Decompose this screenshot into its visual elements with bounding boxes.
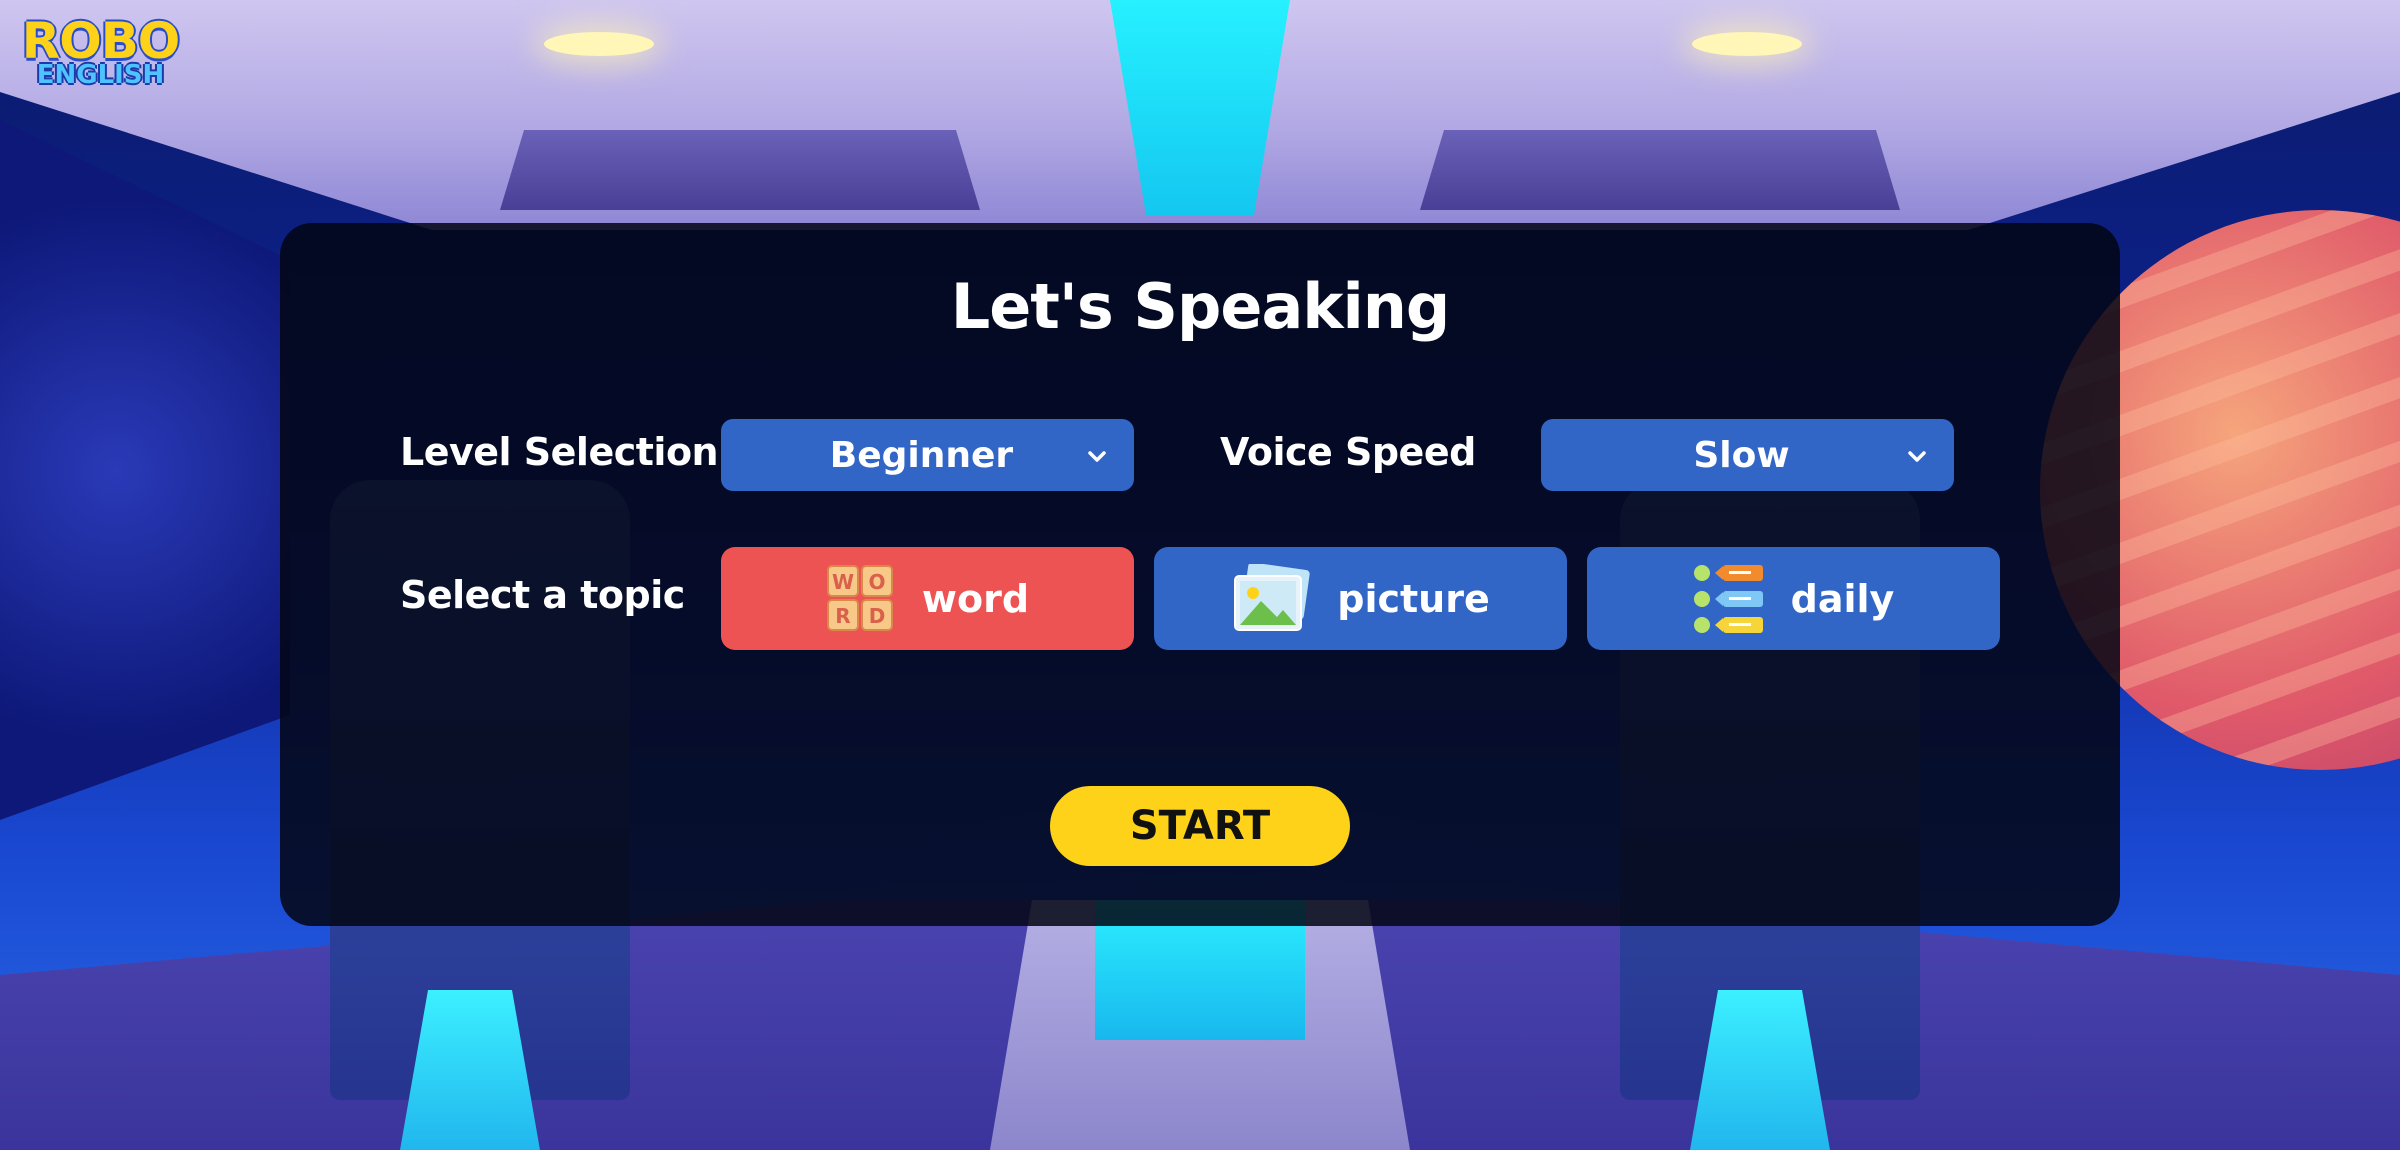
logo-line-1: ROBO — [21, 12, 181, 70]
page-title: Let's Speaking — [950, 270, 1451, 343]
word-tiles-icon: W O R D — [826, 564, 893, 631]
level-selection-label: Level Selection — [400, 430, 719, 474]
svg-text:O: O — [868, 570, 885, 594]
topic-picture-button[interactable]: picture — [1154, 547, 1567, 650]
level-select-value: Beginner — [829, 434, 1014, 476]
ceiling-lamp — [1692, 32, 1802, 56]
topic-word-button[interactable]: W O R D word — [721, 547, 1134, 650]
topic-daily-button[interactable]: daily — [1587, 547, 2000, 650]
topic-daily-label: daily — [1790, 576, 1895, 621]
chevron-down-icon — [1908, 451, 1926, 462]
picture-icon — [1234, 563, 1310, 631]
select-topic-label: Select a topic — [400, 573, 685, 617]
chevron-down-icon — [1088, 451, 1106, 462]
svg-text:D: D — [869, 604, 886, 628]
logo-line-2: ENGLISH — [36, 60, 165, 90]
robo-english-logo[interactable]: ROBO ENGLISH — [18, 16, 183, 100]
ceiling-panel — [500, 130, 980, 210]
svg-text:W: W — [832, 570, 854, 594]
ceiling-panel — [1420, 130, 1900, 210]
topic-word-label: word — [921, 576, 1030, 621]
topic-picture-label: picture — [1337, 576, 1490, 621]
svg-text:R: R — [835, 604, 850, 628]
level-select[interactable]: Beginner — [721, 419, 1134, 491]
start-button[interactable]: START — [1050, 786, 1350, 866]
voice-speed-value: Slow — [1693, 434, 1790, 476]
voice-speed-select[interactable]: Slow — [1541, 419, 1954, 491]
ceiling-lamp — [544, 32, 654, 56]
list-icon — [1693, 564, 1763, 633]
voice-speed-label: Voice Speed — [1220, 430, 1476, 474]
